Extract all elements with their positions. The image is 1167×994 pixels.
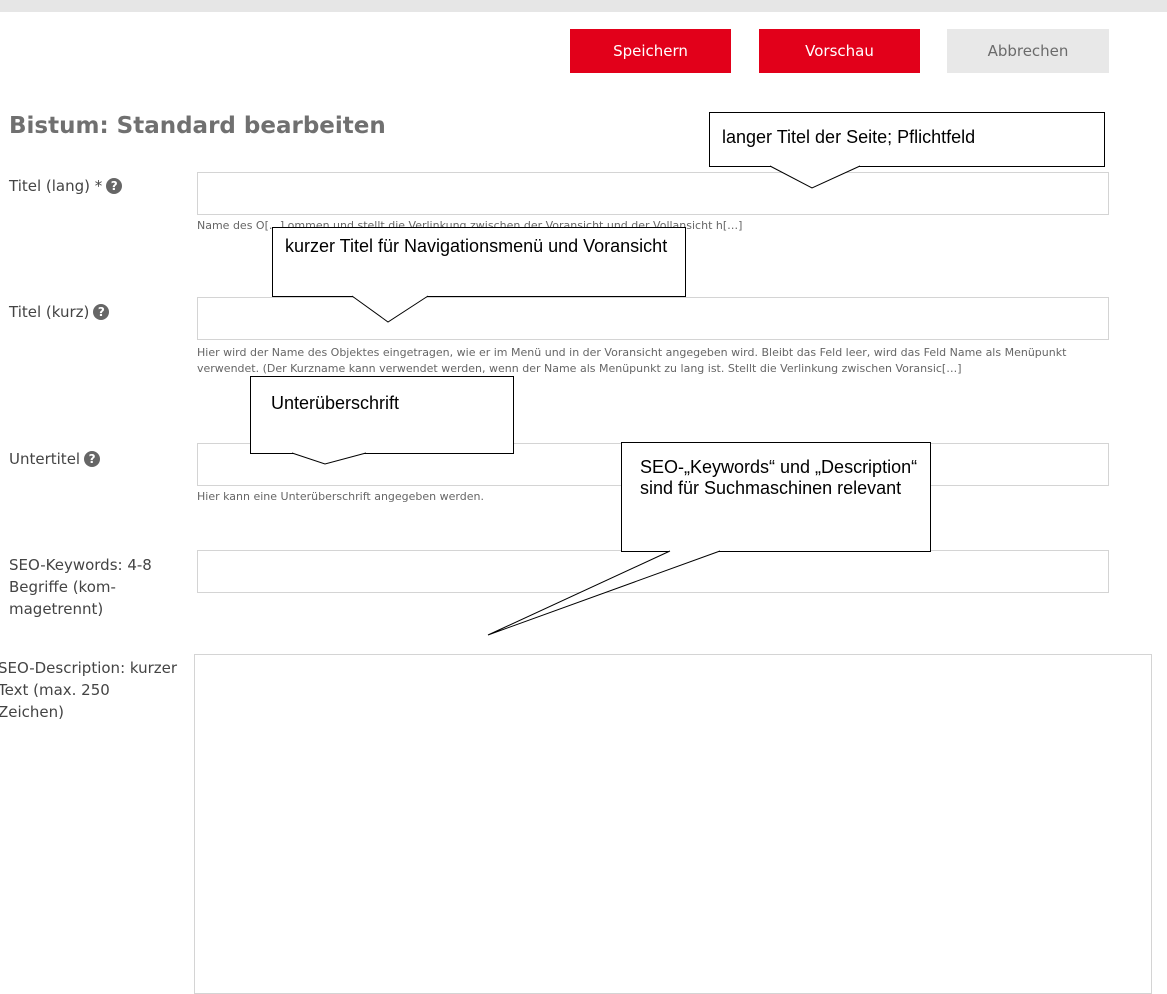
question-circle-icon[interactable]: ?	[106, 178, 123, 194]
seo-description-textarea[interactable]	[194, 654, 1152, 994]
title-short-input[interactable]	[197, 297, 1109, 340]
subtitle-label: Untertitel?	[9, 448, 101, 470]
callout-title-long: langer Titel der Seite; Pflichtfeld	[709, 112, 1105, 167]
save-button[interactable]: Speichern	[570, 29, 731, 73]
subtitle-label-text: Untertitel	[9, 450, 81, 468]
question-circle-icon[interactable]: ?	[84, 451, 101, 467]
question-circle-icon[interactable]: ?	[93, 304, 110, 320]
seo-keywords-label: SEO-Keywords: 4-8 Begriffe (kom-magetren…	[9, 556, 152, 618]
seo-keywords-input[interactable]	[197, 550, 1109, 593]
page-title: Bistum: Standard bearbeiten	[9, 113, 386, 139]
title-short-label: Titel (kurz)?	[9, 301, 110, 323]
callout-title-short: kurzer Titel für Navigationsmenü und Vor…	[272, 227, 686, 297]
cancel-button[interactable]: Abbrechen	[947, 29, 1109, 73]
preview-button[interactable]: Vorschau	[759, 29, 920, 73]
callout-seo: SEO-„Keywords“ und „Description“ sind fü…	[621, 442, 931, 552]
callout-subtitle: Unterüberschrift	[250, 376, 514, 454]
title-long-label-text: Titel (lang) *	[9, 177, 103, 195]
title-long-input[interactable]	[197, 172, 1109, 215]
seo-description-label: SEO-Description: kurzer Text (max. 250 Z…	[0, 659, 178, 721]
title-short-label-text: Titel (kurz)	[9, 303, 90, 321]
title-long-label: Titel (lang) *?	[9, 175, 123, 197]
title-short-hint: Hier wird der Name des Objektes eingetra…	[197, 346, 1067, 375]
top-bar	[0, 0, 1167, 12]
